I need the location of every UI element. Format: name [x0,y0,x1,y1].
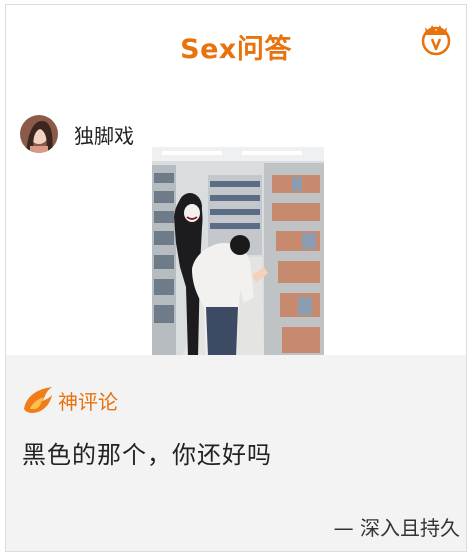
comment-text: 黑色的那个，你还好吗 [22,441,272,469]
comment-header: 神评论 [20,385,118,415]
page-title: Sex问答 [180,34,292,65]
comment-panel: 神评论 黑色的那个，你还好吗 — 深入且持久 [6,355,466,551]
flame-icon [24,387,52,413]
comment-label: 神评论 [58,389,118,414]
post-photo[interactable] [152,147,324,357]
author-row[interactable]: 独脚戏 [20,113,134,155]
post-card: Sex问答 独脚戏 神评论 黑色的那个，你还好吗 — 深入且持久 [5,4,467,552]
comment-author[interactable]: — 深入且持久 [334,512,460,541]
avatar[interactable] [20,115,58,153]
author-name[interactable]: 独脚戏 [74,120,134,149]
crown-icon[interactable] [418,21,454,57]
